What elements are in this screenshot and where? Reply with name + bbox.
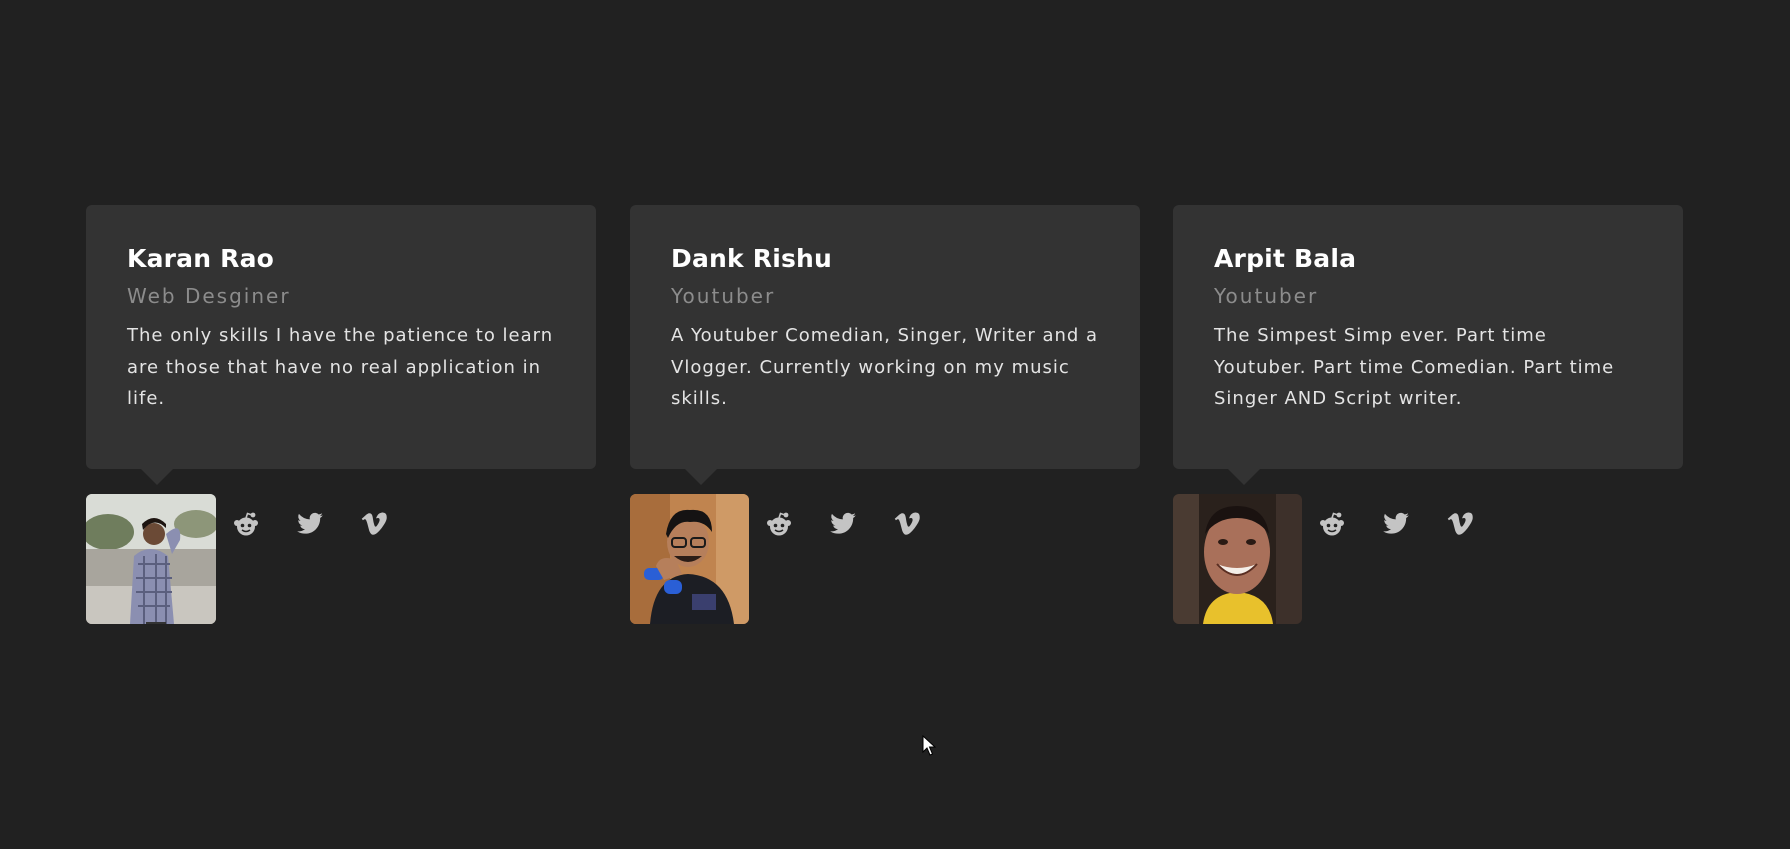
avatar — [1173, 494, 1302, 624]
avatar — [630, 494, 749, 624]
vimeo-icon[interactable] — [360, 510, 388, 538]
vimeo-icon[interactable] — [1446, 510, 1474, 538]
member-name: Karan Rao — [127, 244, 275, 273]
twitter-icon[interactable] — [1382, 510, 1410, 538]
team-page: Karan Rao Web Desginer The only skills I… — [0, 0, 1790, 849]
member-bio: The only skills I have the patience to l… — [127, 325, 554, 409]
testimonial-bubble: Arpit Bala Youtuber The Simpest Simp eve… — [1173, 205, 1683, 485]
social-links — [1318, 510, 1474, 538]
member-role: Youtuber — [671, 284, 776, 308]
member-role: Youtuber — [1214, 284, 1319, 308]
member-bio: The Simpest Simp ever. Part time Youtube… — [1214, 325, 1615, 409]
testimonial-bubble: Karan Rao Web Desginer The only skills I… — [86, 205, 596, 485]
reddit-icon[interactable] — [232, 510, 260, 538]
reddit-icon[interactable] — [1318, 510, 1346, 538]
card-footer — [1173, 494, 1683, 624]
social-links — [232, 510, 388, 538]
twitter-icon[interactable] — [829, 510, 857, 538]
team-card: Karan Rao Web Desginer The only skills I… — [86, 205, 596, 624]
vimeo-icon[interactable] — [893, 510, 921, 538]
member-name: Arpit Bala — [1214, 244, 1357, 273]
social-links — [765, 510, 921, 538]
card-footer — [630, 494, 1140, 624]
avatar — [86, 494, 216, 624]
testimonial-bubble: Dank Rishu Youtuber A Youtuber Comedian,… — [630, 205, 1140, 485]
member-role: Web Desginer — [127, 284, 291, 308]
team-card: Dank Rishu Youtuber A Youtuber Comedian,… — [630, 205, 1140, 624]
card-footer — [86, 494, 596, 624]
member-bio: A Youtuber Comedian, Singer, Writer and … — [671, 325, 1099, 409]
team-card: Arpit Bala Youtuber The Simpest Simp eve… — [1173, 205, 1683, 624]
twitter-icon[interactable] — [296, 510, 324, 538]
reddit-icon[interactable] — [765, 510, 793, 538]
member-name: Dank Rishu — [671, 244, 833, 273]
mouse-cursor-icon — [922, 735, 936, 756]
